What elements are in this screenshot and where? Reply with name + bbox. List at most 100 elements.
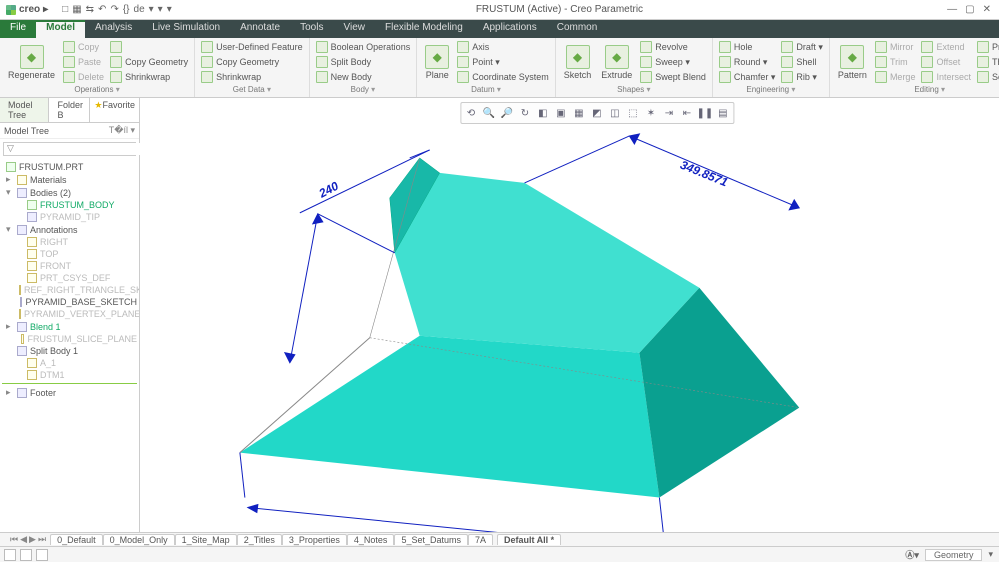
tree-item[interactable]: PYRAMID_VERTEX_PLANE <box>2 308 137 320</box>
qat-btn[interactable]: {} <box>123 4 130 15</box>
tree-footer[interactable]: ▸ Footer <box>2 386 137 399</box>
ribbon-group-label[interactable]: Get Data <box>199 84 305 95</box>
nav-prev-icon[interactable]: ◀ <box>20 534 27 545</box>
nav-first-icon[interactable]: ⏮ <box>10 534 18 545</box>
nav-last-icon[interactable]: ⏭ <box>38 534 46 545</box>
ribbon-revolve[interactable]: Revolve <box>638 40 708 54</box>
ribbon-project[interactable]: Project <box>975 40 999 54</box>
tree-item[interactable]: FRUSTUM_SLICE_PLANE <box>2 333 137 345</box>
tree-item[interactable]: PYRAMID_BASE_SKETCH <box>2 296 137 308</box>
smart-select-icon[interactable]: Ⓐ▾ <box>905 548 919 561</box>
qat-btn[interactable]: ▾ <box>167 4 172 15</box>
ribbon-trim[interactable]: Trim <box>873 55 918 69</box>
ribbon-extrude[interactable]: ◆Extrude <box>597 40 636 84</box>
tree-item[interactable]: DTM1 <box>2 369 137 381</box>
ribbon-round-[interactable]: Round ▾ <box>717 55 778 69</box>
ribbon-intersect[interactable]: Intersect <box>919 70 973 84</box>
tab-analysis[interactable]: Analysis <box>85 20 142 38</box>
ribbon-chamfer-[interactable]: Chamfer ▾ <box>717 70 778 84</box>
tree-search-input[interactable] <box>17 143 140 155</box>
ribbon-point-[interactable]: Point ▾ <box>455 55 551 69</box>
view-tab[interactable]: 0_Default <box>50 534 103 545</box>
ribbon-group-label[interactable]: Editing <box>834 84 999 95</box>
selection-filter[interactable]: Geometry <box>925 549 983 561</box>
ribbon-sweep-[interactable]: Sweep ▾ <box>638 55 708 69</box>
ribbon-group-label[interactable]: Engineering <box>717 84 825 95</box>
close-icon[interactable]: ✕ <box>983 4 991 15</box>
filter-dropdown-icon[interactable]: ▾ <box>988 549 993 560</box>
ribbon-offset[interactable]: Offset <box>919 55 973 69</box>
ribbon-shrinkwrap[interactable]: Shrinkwrap <box>108 70 190 84</box>
ribbon-group-label[interactable]: Body <box>314 84 413 95</box>
tab-applications[interactable]: Applications <box>473 20 547 38</box>
view-tab[interactable]: 1_Site_Map <box>175 534 237 545</box>
ribbon-boolean-operations[interactable]: Boolean Operations <box>314 40 413 54</box>
view-tab[interactable]: 2_Titles <box>237 534 282 545</box>
qat-btn[interactable]: □ <box>62 4 68 15</box>
ribbon-draft-[interactable]: Draft ▾ <box>779 40 825 54</box>
disclosure-icon[interactable]: ▾ <box>6 187 14 198</box>
ribbon-rib-[interactable]: Rib ▾ <box>779 70 825 84</box>
ribbon-new-body[interactable]: New Body <box>314 70 413 84</box>
ribbon-solidify[interactable]: Solidify <box>975 70 999 84</box>
minimize-icon[interactable]: — <box>947 4 957 15</box>
tree-item[interactable]: FRUSTUM_BODY <box>2 199 137 211</box>
status-icon[interactable] <box>20 549 32 561</box>
disclosure-icon[interactable]: ▸ <box>6 321 14 332</box>
tree-item[interactable]: TOP <box>2 248 137 260</box>
ribbon-paste[interactable]: Paste <box>61 55 106 69</box>
viewport[interactable]: ⟲🔍🔎↻◧▣▦◩◫⬚✶⇥⇤❚❚▤ <box>140 98 999 532</box>
ribbon-regenerate[interactable]: ◆Regenerate <box>4 40 59 84</box>
ribbon-hole[interactable]: Hole <box>717 40 778 54</box>
disclosure-icon[interactable]: ▾ <box>6 224 14 235</box>
ribbon-merge[interactable]: Merge <box>873 70 918 84</box>
tab-annotate[interactable]: Annotate <box>230 20 290 38</box>
tab-tools[interactable]: Tools <box>290 20 333 38</box>
tab-common[interactable]: Common <box>547 20 608 38</box>
nav-next-icon[interactable]: ▶ <box>29 534 36 545</box>
ribbon-pattern[interactable]: ◆Pattern <box>834 40 871 84</box>
tree-item[interactable]: PYRAMID_TIP <box>2 211 137 223</box>
ribbon-shell[interactable]: Shell <box>779 55 825 69</box>
qat-btn[interactable]: ⇆ <box>86 4 94 15</box>
ribbon-copy-geometry[interactable]: Copy Geometry <box>199 55 305 69</box>
qat-redo[interactable]: ↷ <box>110 4 118 15</box>
view-tab[interactable]: 3_Properties <box>282 534 347 545</box>
tree-item[interactable]: Split Body 1 <box>2 345 137 357</box>
tree-item[interactable]: RIGHT <box>2 236 137 248</box>
ribbon-shrinkwrap[interactable]: Shrinkwrap <box>199 70 305 84</box>
qat-btn[interactable]: ▦ <box>72 4 81 15</box>
tree-item[interactable]: PRT_CSYS_DEF <box>2 272 137 284</box>
ribbon-split-body[interactable]: Split Body <box>314 55 413 69</box>
tree-item[interactable]: FRONT <box>2 260 137 272</box>
tree-settings-icon[interactable]: T�íl ▾ <box>109 125 135 136</box>
view-tab[interactable]: 7A <box>468 534 493 545</box>
view-tab-default[interactable]: Default All * <box>497 534 561 545</box>
qat-btn[interactable]: ▾ <box>158 4 163 15</box>
ribbon-plane[interactable]: ◆Plane <box>421 40 453 84</box>
ribbon-sketch[interactable]: ◆Sketch <box>560 40 596 84</box>
qat-btn[interactable]: ▾ <box>149 4 154 15</box>
tab-view[interactable]: View <box>333 20 375 38</box>
tree-root[interactable]: FRUSTUM.PRT <box>2 161 137 173</box>
ribbon-group-label[interactable]: Shapes <box>560 84 708 95</box>
tree-item[interactable]: ▾Annotations <box>2 223 137 236</box>
maximize-icon[interactable]: ▢ <box>965 4 974 15</box>
ribbon-group-label[interactable]: Datum <box>421 84 551 95</box>
ribbon-axis[interactable]: Axis <box>455 40 551 54</box>
tree-item[interactable]: REF_RIGHT_TRIANGLE_SKETCH <box>2 284 137 296</box>
ribbon-copy[interactable]: Copy <box>61 40 106 54</box>
tree-tab-folder[interactable]: Folder B <box>49 98 90 122</box>
ribbon-group-label[interactable]: Operations <box>4 84 190 95</box>
ribbon-mirror[interactable]: Mirror <box>873 40 918 54</box>
tab-flexible-modeling[interactable]: Flexible Modeling <box>375 20 473 38</box>
ribbon-copy-geometry[interactable]: Copy Geometry <box>108 55 190 69</box>
qat-btn[interactable]: de <box>134 4 145 15</box>
tree-tab-favorites[interactable]: ★Favorite <box>90 98 139 122</box>
ribbon-coordinate-system[interactable]: Coordinate System <box>455 70 551 84</box>
tree-item[interactable]: ▸Materials <box>2 173 137 186</box>
status-icon[interactable] <box>36 549 48 561</box>
view-tab[interactable]: 0_Model_Only <box>103 534 175 545</box>
tab-model[interactable]: Model <box>36 20 85 38</box>
qat-undo[interactable]: ↶ <box>98 4 106 15</box>
